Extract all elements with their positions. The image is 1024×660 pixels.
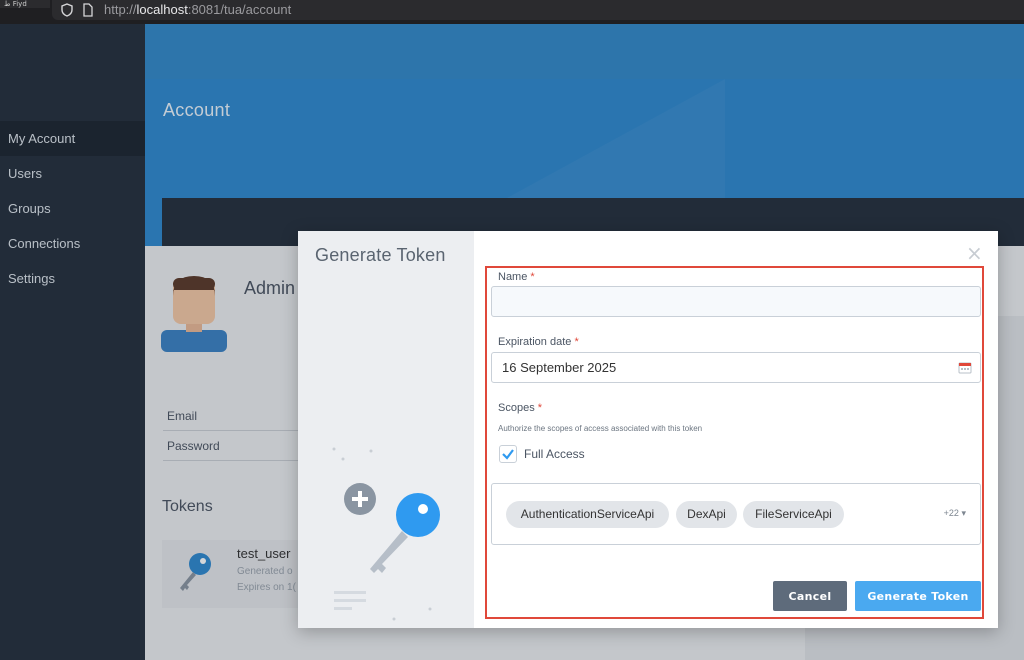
expiration-date-field[interactable]: 16 September 2025 — [491, 352, 981, 383]
scope-chip[interactable]: FileServiceApi — [743, 501, 844, 528]
scope-chip[interactable]: DexApi — [676, 501, 737, 528]
key-illustration — [332, 447, 440, 621]
chevron-down-icon: ▾ — [961, 508, 966, 518]
name-label: Name * — [498, 271, 535, 283]
expiration-date-value: 16 September 2025 — [502, 360, 617, 375]
full-access-label[interactable]: Full Access — [524, 447, 585, 461]
url-text[interactable]: http://localhost:8081/tua/account — [104, 2, 291, 17]
more-scopes-toggle[interactable]: +22 ▾ — [944, 508, 966, 519]
calendar-icon[interactable] — [958, 361, 972, 374]
address-bar[interactable]: http://localhost:8081/tua/account — [52, 0, 1024, 20]
scopes-hint: Authorize the scopes of access associate… — [498, 424, 703, 433]
generate-token-button[interactable]: Generate Token — [855, 581, 981, 611]
full-access-checkbox[interactable] — [499, 445, 517, 463]
generate-token-modal: Generate Token × Name * Expiration date … — [298, 231, 998, 628]
name-input[interactable] — [491, 286, 981, 317]
browser-toolbar: ط‌ Fiyd http://localhost:8081/tua/accoun… — [0, 0, 1024, 24]
close-icon[interactable]: × — [966, 243, 983, 263]
browser-tab[interactable]: ط‌ Fiyd — [0, 0, 50, 8]
modal-left-panel: Generate Token — [298, 231, 474, 628]
shield-icon[interactable] — [60, 3, 74, 17]
scopes-select[interactable]: AuthenticationServiceApi DexApi FileServ… — [491, 483, 981, 545]
cancel-button[interactable]: Cancel — [773, 581, 847, 611]
expiration-label: Expiration date * — [498, 336, 579, 348]
modal-title: Generate Token — [315, 245, 446, 265]
page-icon — [83, 3, 93, 17]
form-highlight — [485, 266, 984, 619]
scope-chip[interactable]: AuthenticationServiceApi — [506, 501, 669, 528]
checkmark-icon — [502, 449, 514, 460]
scopes-label: Scopes * — [498, 402, 543, 414]
